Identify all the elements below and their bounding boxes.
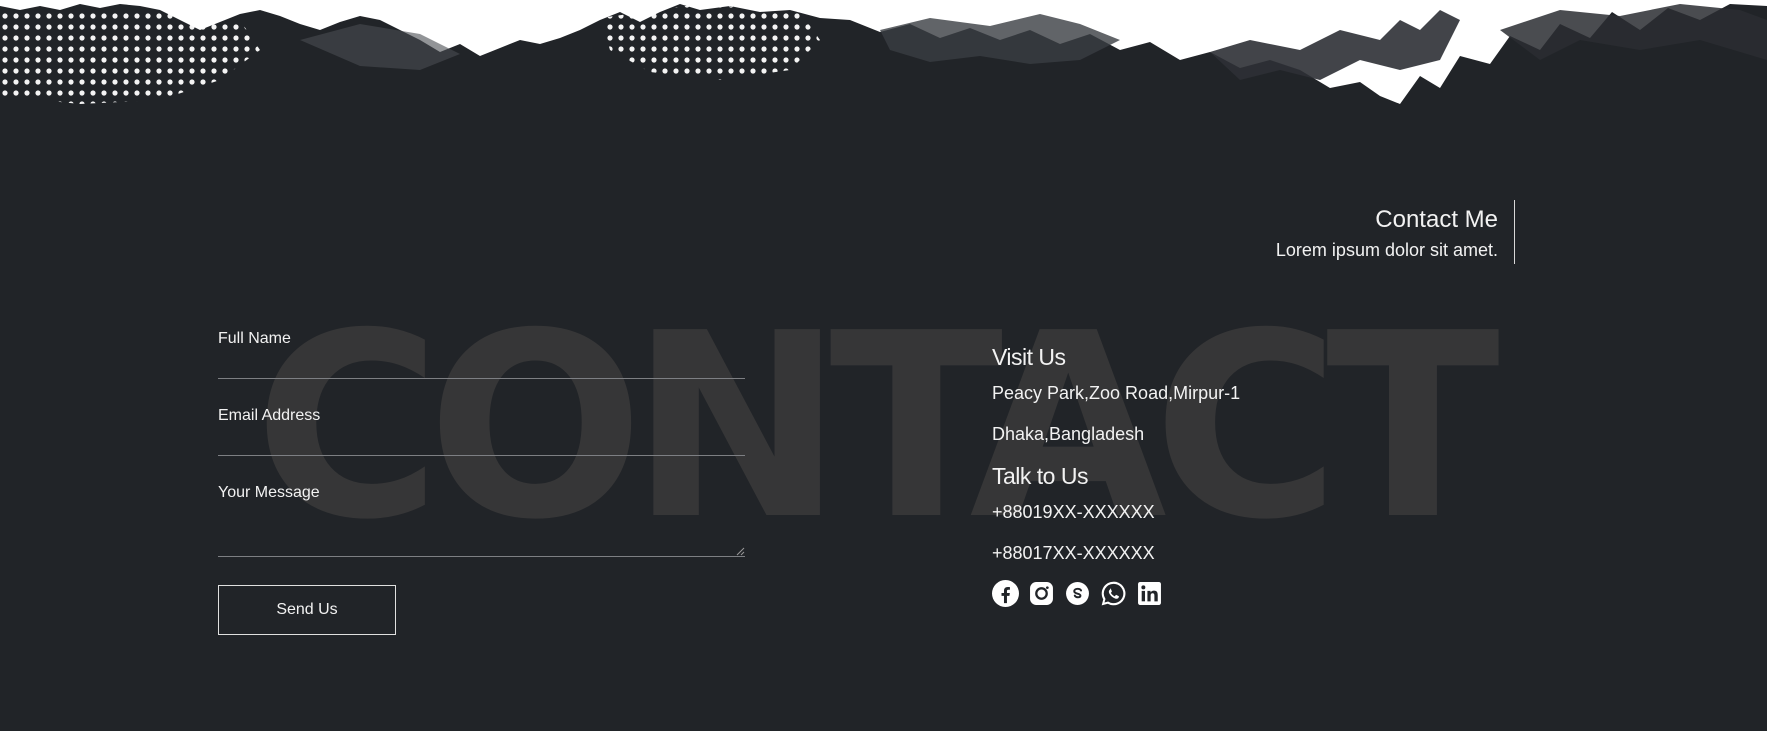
full-name-input[interactable] [218,348,745,374]
facebook-icon[interactable] [992,580,1019,607]
address-line-1: Peacy Park,Zoo Road,Mirpur-1 [992,383,1241,403]
message-textarea[interactable] [218,502,745,548]
section-subtitle: Lorem ipsum dolor sit amet. [1275,240,1498,260]
section-title: Contact Me [1375,206,1498,233]
contact-form: Full Name Email Address Your Message [218,330,745,557]
contact-info: Visit Us Peacy Park,Zoo Road,Mirpur-1 Dh… [992,344,1492,607]
email-input[interactable] [218,425,745,451]
social-links [992,580,1492,607]
message-label: Your Message [218,484,320,501]
full-name-field: Full Name [218,330,745,379]
resize-grip-icon[interactable] [735,546,745,556]
phone-number-2: +88017XX-XXXXXX [992,543,1155,563]
email-label: Email Address [218,407,321,424]
talk-to-us-heading: Talk to Us [992,463,1088,489]
send-button[interactable]: Send Us [218,585,396,635]
contact-section: CONTACT Contact Me Lorem ipsum dolor sit… [0,0,1767,731]
instagram-icon[interactable] [1028,580,1055,607]
email-field: Email Address [218,407,745,456]
full-name-label: Full Name [218,330,291,347]
linkedin-icon[interactable] [1136,580,1163,607]
phone-number-1: +88019XX-XXXXXX [992,502,1155,522]
brush-stroke-decoration [0,0,1767,160]
section-header: Contact Me Lorem ipsum dolor sit amet. [1276,200,1515,264]
whatsapp-icon[interactable] [1100,580,1127,607]
visit-us-heading: Visit Us [992,344,1066,370]
skype-icon[interactable] [1064,580,1091,607]
address-line-2: Dhaka,Bangladesh [992,424,1145,444]
message-field: Your Message [218,484,745,557]
